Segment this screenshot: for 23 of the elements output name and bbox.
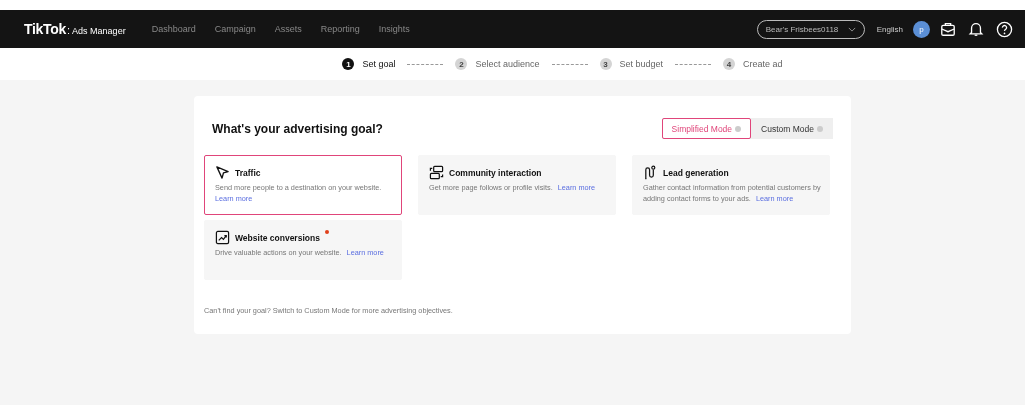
panel-title: What's your advertising goal? [212, 121, 383, 136]
mode-tab[interactable]: Simplified Mode [661, 118, 752, 139]
avatar[interactable]: p [913, 20, 930, 38]
step-number: 4 [723, 58, 736, 70]
nav-link[interactable]: Reporting [320, 24, 360, 34]
nav-link[interactable]: Campaign [214, 24, 256, 34]
step-number: 2 [455, 58, 468, 70]
goal-title: Lead generation [663, 167, 729, 178]
step-label[interactable]: Set budget [619, 59, 664, 69]
goal-title: Traffic [235, 167, 261, 178]
logo[interactable]: TikTok: Ads Manager [24, 21, 126, 37]
nav-link[interactable]: Insights [378, 24, 410, 34]
step-number: 1 [342, 58, 355, 70]
language-link[interactable]: English [876, 24, 903, 34]
step-label[interactable]: Select audience [475, 59, 540, 69]
step-number: 3 [599, 58, 612, 70]
step-label[interactable]: Set goal [362, 59, 396, 69]
mode-tab[interactable]: Custom Mode [751, 118, 833, 139]
step-label[interactable]: Create ad [743, 59, 783, 69]
nav-link[interactable]: Dashboard [151, 24, 196, 34]
goal-title: Website conversions [235, 232, 320, 243]
nav-link[interactable]: Assets [274, 24, 302, 34]
goal-title: Community interaction [449, 167, 542, 178]
